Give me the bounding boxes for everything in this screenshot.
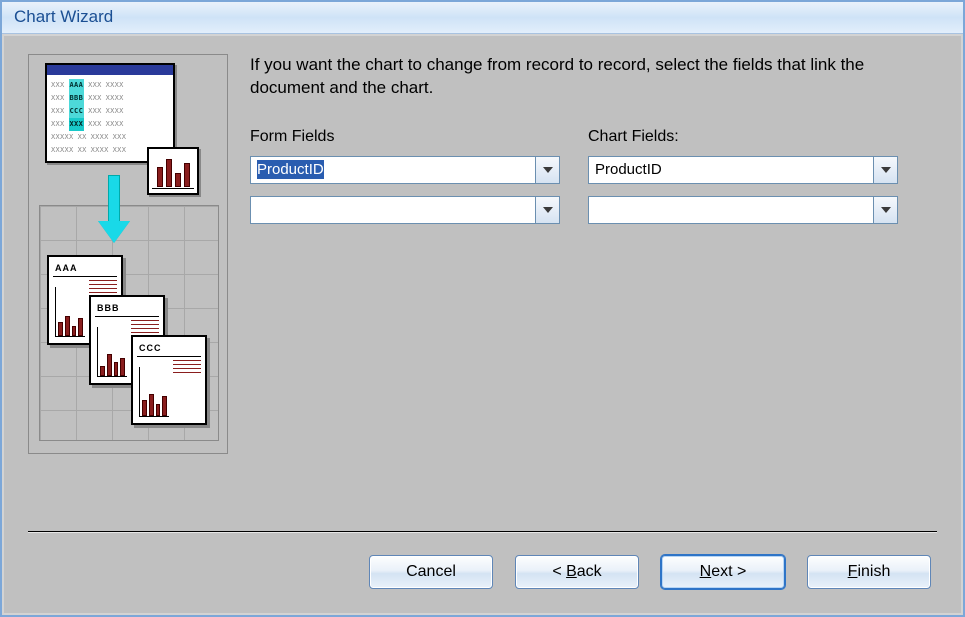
mini-chart-icon bbox=[147, 147, 199, 195]
next-button[interactable]: Next > bbox=[661, 555, 785, 589]
back-button[interactable]: < Back bbox=[515, 555, 639, 589]
chart-field-1-input[interactable] bbox=[588, 156, 874, 184]
report-icon: CCC bbox=[131, 335, 207, 425]
chart-field-2-dropdown-button[interactable] bbox=[874, 196, 898, 224]
form-field-1-input[interactable]: ProductID bbox=[250, 156, 536, 184]
finish-button[interactable]: Finish bbox=[807, 555, 931, 589]
form-field-1-combo[interactable]: ProductID bbox=[250, 156, 560, 184]
chevron-down-icon bbox=[881, 167, 891, 173]
cancel-button[interactable]: Cancel bbox=[369, 555, 493, 589]
instruction-text: If you want the chart to change from rec… bbox=[250, 54, 937, 100]
form-fields-label: Form Fields bbox=[250, 128, 560, 146]
chart-fields-label: Chart Fields: bbox=[588, 128, 898, 146]
client-area: XXXAAAXXXXXXX XXXBBBXXXXXXX XXXCCCXXXXXX… bbox=[4, 36, 961, 613]
chart-field-2-input[interactable] bbox=[588, 196, 874, 224]
window-title: Chart Wizard bbox=[14, 7, 113, 26]
form-field-2-input[interactable] bbox=[250, 196, 536, 224]
chart-field-1-dropdown-button[interactable] bbox=[874, 156, 898, 184]
preview-illustration: XXXAAAXXXXXXX XXXBBBXXXXXXX XXXCCCXXXXXX… bbox=[28, 54, 228, 454]
form-field-1-dropdown-button[interactable] bbox=[536, 156, 560, 184]
separator bbox=[28, 531, 937, 533]
chevron-down-icon bbox=[543, 207, 553, 213]
chevron-down-icon bbox=[881, 207, 891, 213]
wizard-button-row: Cancel < Back Next > Finish bbox=[369, 555, 931, 589]
chart-wizard-dialog: Chart Wizard XXXAAAXXXXXXX XXXBBBXXXXXXX… bbox=[0, 0, 965, 617]
chevron-down-icon bbox=[543, 167, 553, 173]
title-bar: Chart Wizard bbox=[2, 2, 963, 34]
chart-field-1-combo[interactable] bbox=[588, 156, 898, 184]
link-arrow-icon bbox=[103, 175, 125, 243]
form-field-2-dropdown-button[interactable] bbox=[536, 196, 560, 224]
form-field-2-combo[interactable] bbox=[250, 196, 560, 224]
chart-field-2-combo[interactable] bbox=[588, 196, 898, 224]
